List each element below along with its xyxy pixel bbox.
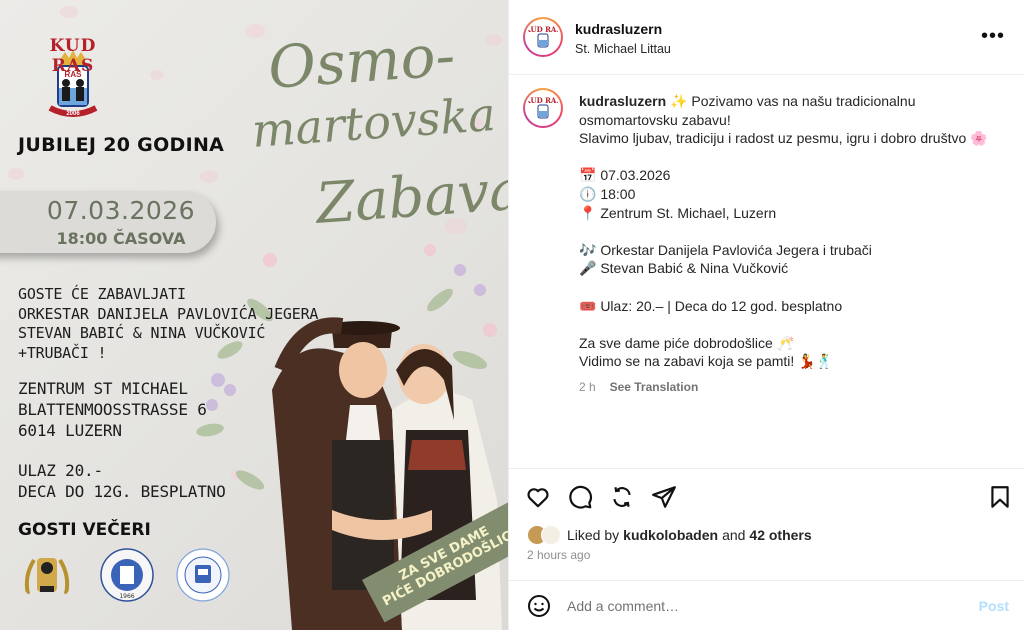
likes-others-link[interactable]: 42 others xyxy=(749,527,811,543)
svg-text:1966: 1966 xyxy=(119,593,134,600)
liker-username-link[interactable]: kudkolobaden xyxy=(623,527,718,543)
caption-closing: Za sve dame piće dobrodošlice 🥂 xyxy=(579,334,795,351)
caption-time: 🕕 18:00 xyxy=(579,185,636,202)
heart-icon[interactable] xyxy=(525,484,551,510)
post-detail-panel: KUD RAS kudrasluzern St. Michael Littau … xyxy=(508,0,1024,630)
petal-decoration xyxy=(486,34,502,46)
address-block: ZENTRUM ST MICHAEL BLATTENMOOSSTRASSE 6 … xyxy=(18,378,207,441)
avatar-logo-icon: KUD RAS xyxy=(525,90,561,126)
caption-music: 🎤 Stevan Babić & Nina Vučković xyxy=(579,260,789,277)
post-image-poster[interactable]: KUD RAS RAS 2006 JUBILEJ 20 GODINA 07.03… xyxy=(0,0,508,630)
likes-summary: Liked by kudkolobaden and 42 others xyxy=(527,525,812,545)
repost-icon[interactable] xyxy=(609,484,635,510)
caption-age: 2 h xyxy=(579,379,596,394)
post-header: KUD RAS kudrasluzern St. Michael Littau … xyxy=(509,0,1024,75)
caption-date: 📅 07.03.2026 xyxy=(579,167,671,184)
petal-decoration xyxy=(150,70,164,80)
entry-line: DECA DO 12G. BESPLATNO xyxy=(18,482,226,501)
comment-icon[interactable] xyxy=(567,484,593,510)
location-link[interactable]: St. Michael Littau xyxy=(575,42,671,56)
caption-username-link[interactable]: kudrasluzern xyxy=(579,93,666,109)
see-translation-link[interactable]: See Translation xyxy=(610,380,699,394)
caption-line: Slavimo ljubav, tradiciju i radost uz pe… xyxy=(579,130,988,147)
instagram-post-window: KUD RAS RAS 2006 JUBILEJ 20 GODINA 07.03… xyxy=(0,0,1024,630)
event-date: 07.03.2026 xyxy=(46,196,196,225)
kud-ras-logo: KUD RAS RAS 2006 xyxy=(28,36,118,126)
more-horizontal-icon: ••• xyxy=(980,25,1005,47)
address-line: 6014 LUZERN xyxy=(18,421,122,440)
likes-and: and xyxy=(722,527,746,543)
caption-avatar[interactable]: KUD RAS xyxy=(523,88,563,128)
title-word-osmo: Osmo- xyxy=(266,20,458,102)
comment-input[interactable]: Add a comment… xyxy=(567,598,679,614)
post-comment-button[interactable]: Post xyxy=(979,598,1009,614)
event-time: 18:00 ČASOVA xyxy=(56,229,186,248)
share-icon[interactable] xyxy=(651,484,677,510)
entry-block: ULAZ 20.- DECA DO 12G. BESPLATNO xyxy=(18,460,226,502)
post-caption: kudrasluzern ✨ Pozivamo vas na našu trad… xyxy=(579,92,1009,397)
liker-avatar[interactable] xyxy=(541,525,561,545)
address-line: ZENTRUM ST MICHAEL xyxy=(18,379,188,398)
emoji-icon[interactable] xyxy=(527,594,551,618)
petal-decoration xyxy=(8,168,24,180)
more-options-button[interactable]: ••• xyxy=(980,25,1005,47)
action-bar xyxy=(509,468,1024,521)
guests-heading: GOSTI VEČERI xyxy=(18,520,151,540)
avatar-logo-icon: KUD RAS xyxy=(525,19,561,55)
caption-closing: Vidimo se na zabavi koja se pamti! 💃🕺 xyxy=(579,353,834,370)
title-word-zabava: Zabava xyxy=(314,157,508,237)
svg-text:KUD RAS: KUD RAS xyxy=(527,25,559,34)
guest-logo-laurel-icon xyxy=(24,558,70,595)
guest-logo-kpd-icon: 1966 xyxy=(100,548,154,602)
caption-place: 📍 Zentrum St. Michael, Luzern xyxy=(579,204,777,221)
address-line: BLATTENMOOSSTRASSE 6 xyxy=(18,400,207,419)
comment-bar: Add a comment… Post xyxy=(509,580,1024,630)
entry-line: ULAZ 20.- xyxy=(18,461,103,480)
caption-music: 🎶 Orkestar Danijela Pavlovića Jegera i t… xyxy=(579,241,872,258)
post-timestamp[interactable]: 2 hours ago xyxy=(527,548,590,562)
liked-by-prefix: Liked by xyxy=(567,527,620,543)
petal-decoration xyxy=(245,24,265,38)
bookmark-icon[interactable] xyxy=(987,484,1013,510)
guest-logo-kud-icon xyxy=(176,548,230,602)
jubilee-heading: JUBILEJ 20 GODINA xyxy=(18,134,225,156)
petal-decoration xyxy=(60,6,78,18)
kud-ras-logo-sub: RAS xyxy=(64,70,82,79)
kud-ras-logo-year: 2006 xyxy=(66,111,80,117)
header-username-link[interactable]: kudrasluzern xyxy=(575,21,662,37)
profile-avatar[interactable]: KUD RAS xyxy=(523,17,563,57)
petal-decoration xyxy=(200,170,218,183)
svg-text:KUD RAS: KUD RAS xyxy=(527,96,559,105)
caption-intro: kudrasluzern ✨ Pozivamo vas na našu trad… xyxy=(579,92,1009,129)
caption-ticket: 🎟️ Ulaz: 20.– | Deca do 12 god. besplatn… xyxy=(579,297,843,314)
